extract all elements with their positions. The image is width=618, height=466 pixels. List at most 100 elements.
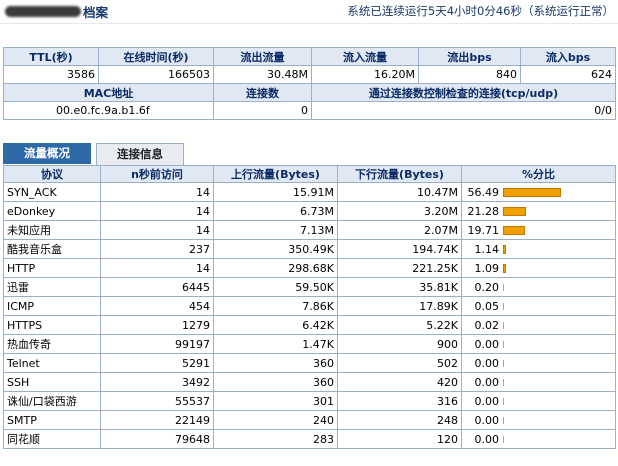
summary-value: 16.20M xyxy=(311,65,419,84)
upload-cell: 7.86K xyxy=(213,296,338,316)
percent-cell: 56.49 xyxy=(461,182,616,202)
percent-bar xyxy=(503,284,504,291)
table-row: SYN_ACK 14 15.91M 10.47M 56.49 xyxy=(3,182,616,202)
download-cell: 2.07M xyxy=(337,220,462,240)
last-access-cell: 454 xyxy=(100,296,214,316)
percent-value: 19.71 xyxy=(467,223,500,237)
protocol-cell: HTTPS xyxy=(3,315,101,335)
percent-bar xyxy=(503,341,504,348)
percent-bar xyxy=(503,417,504,424)
download-cell: 316 xyxy=(337,391,462,411)
protocol-cell: 同花顺 xyxy=(3,429,101,449)
percent-bar xyxy=(503,322,504,329)
percent-value: 0.00 xyxy=(474,413,500,427)
percent-cell: 19.71 xyxy=(461,220,616,240)
checked-connections: 0/0 xyxy=(311,101,616,120)
last-access-cell: 14 xyxy=(100,220,214,240)
percent-value: 21.28 xyxy=(467,204,500,218)
tab-connection-info[interactable]: 连接信息 xyxy=(96,143,184,165)
protocol-cell: SYN_ACK xyxy=(3,182,101,202)
percent-value: 0.20 xyxy=(474,280,500,294)
percent-bar xyxy=(503,207,526,216)
table-row: 同花顺 79648 283 120 0.00 xyxy=(3,429,616,449)
last-access-cell: 6445 xyxy=(100,277,214,297)
redacted-host-name xyxy=(5,5,81,17)
summary-value: 3586 xyxy=(3,65,99,84)
percent-cell: 0.02 xyxy=(461,315,616,335)
connection-count: 0 xyxy=(213,101,312,120)
tab-bar: 流量概况 连接信息 xyxy=(3,143,616,167)
protocol-cell: 未知应用 xyxy=(3,220,101,240)
upload-cell: 59.50K xyxy=(213,277,338,297)
upload-cell: 6.42K xyxy=(213,315,338,335)
page-title: 档案 xyxy=(5,3,109,20)
table-row: HTTPS 1279 6.42K 5.22K 0.02 xyxy=(3,315,616,335)
percent-value: 1.09 xyxy=(474,261,500,275)
percent-value: 0.00 xyxy=(474,375,500,389)
summary-header: 在线时间(秒) xyxy=(98,47,214,66)
protocol-cell: eDonkey xyxy=(3,201,101,221)
protocol-cell: 酷我音乐盒 xyxy=(3,239,101,259)
percent-bar xyxy=(503,226,525,235)
table-row: eDonkey 14 6.73M 3.20M 21.28 xyxy=(3,201,616,221)
traffic-table: 协议 n秒前访问 上行流量(Bytes) 下行流量(Bytes) %分比 SYN… xyxy=(3,165,616,449)
last-access-cell: 14 xyxy=(100,258,214,278)
upload-cell: 301 xyxy=(213,391,338,411)
percent-value: 0.00 xyxy=(474,394,500,408)
percent-value: 0.00 xyxy=(474,337,500,351)
page-title-text: 档案 xyxy=(83,4,109,20)
percent-value: 0.02 xyxy=(474,318,500,332)
percent-cell: 21.28 xyxy=(461,201,616,221)
traffic-header: n秒前访问 xyxy=(100,165,214,183)
summary-header: 流出bps xyxy=(418,47,521,66)
percent-bar xyxy=(503,398,504,405)
percent-bar xyxy=(503,264,506,273)
percent-cell: 1.14 xyxy=(461,239,616,259)
upload-cell: 7.13M xyxy=(213,220,338,240)
download-cell: 248 xyxy=(337,410,462,430)
download-cell: 194.74K xyxy=(337,239,462,259)
download-cell: 900 xyxy=(337,334,462,354)
percent-cell: 0.00 xyxy=(461,334,616,354)
protocol-cell: 诛仙/口袋西游 xyxy=(3,391,101,411)
upload-cell: 360 xyxy=(213,353,338,373)
table-row: 未知应用 14 7.13M 2.07M 19.71 xyxy=(3,220,616,240)
upload-cell: 1.47K xyxy=(213,334,338,354)
last-access-cell: 14 xyxy=(100,201,214,221)
percent-bar xyxy=(503,188,561,197)
percent-bar xyxy=(503,379,504,386)
table-row: 迅雷 6445 59.50K 35.81K 0.20 xyxy=(3,277,616,297)
tab-traffic-overview[interactable]: 流量概况 xyxy=(3,143,91,164)
upload-cell: 283 xyxy=(213,429,338,449)
upload-cell: 15.91M xyxy=(213,182,338,202)
table-row: SMTP 22149 240 248 0.00 xyxy=(3,410,616,430)
percent-bar xyxy=(503,245,506,254)
protocol-cell: SMTP xyxy=(3,410,101,430)
percent-bar xyxy=(503,303,504,310)
summary-header: 流入流量 xyxy=(311,47,419,66)
percent-cell: 0.00 xyxy=(461,429,616,449)
traffic-header: 上行流量(Bytes) xyxy=(213,165,338,183)
percent-value: 0.00 xyxy=(474,432,500,446)
mac-address: 00.e0.fc.9a.b1.6f xyxy=(3,101,214,120)
summary-header: 流入bps xyxy=(520,47,616,66)
table-row: 热血传奇 99197 1.47K 900 0.00 xyxy=(3,334,616,354)
protocol-cell: Telnet xyxy=(3,353,101,373)
upload-cell: 298.68K xyxy=(213,258,338,278)
percent-cell: 0.00 xyxy=(461,372,616,392)
last-access-cell: 1279 xyxy=(100,315,214,335)
protocol-cell: ICMP xyxy=(3,296,101,316)
last-access-cell: 3492 xyxy=(100,372,214,392)
download-cell: 120 xyxy=(337,429,462,449)
last-access-cell: 55537 xyxy=(100,391,214,411)
system-status: 系统已连续运行5天4小时0分46秒（系统运行正常） xyxy=(347,4,614,18)
upload-cell: 360 xyxy=(213,372,338,392)
percent-cell: 0.00 xyxy=(461,353,616,373)
download-cell: 3.20M xyxy=(337,201,462,221)
table-row: 诛仙/口袋西游 55537 301 316 0.00 xyxy=(3,391,616,411)
summary-value: 166503 xyxy=(98,65,214,84)
table-row: SSH 3492 360 420 0.00 xyxy=(3,372,616,392)
percent-cell: 0.05 xyxy=(461,296,616,316)
percent-cell: 0.20 xyxy=(461,277,616,297)
summary-value: 624 xyxy=(520,65,616,84)
